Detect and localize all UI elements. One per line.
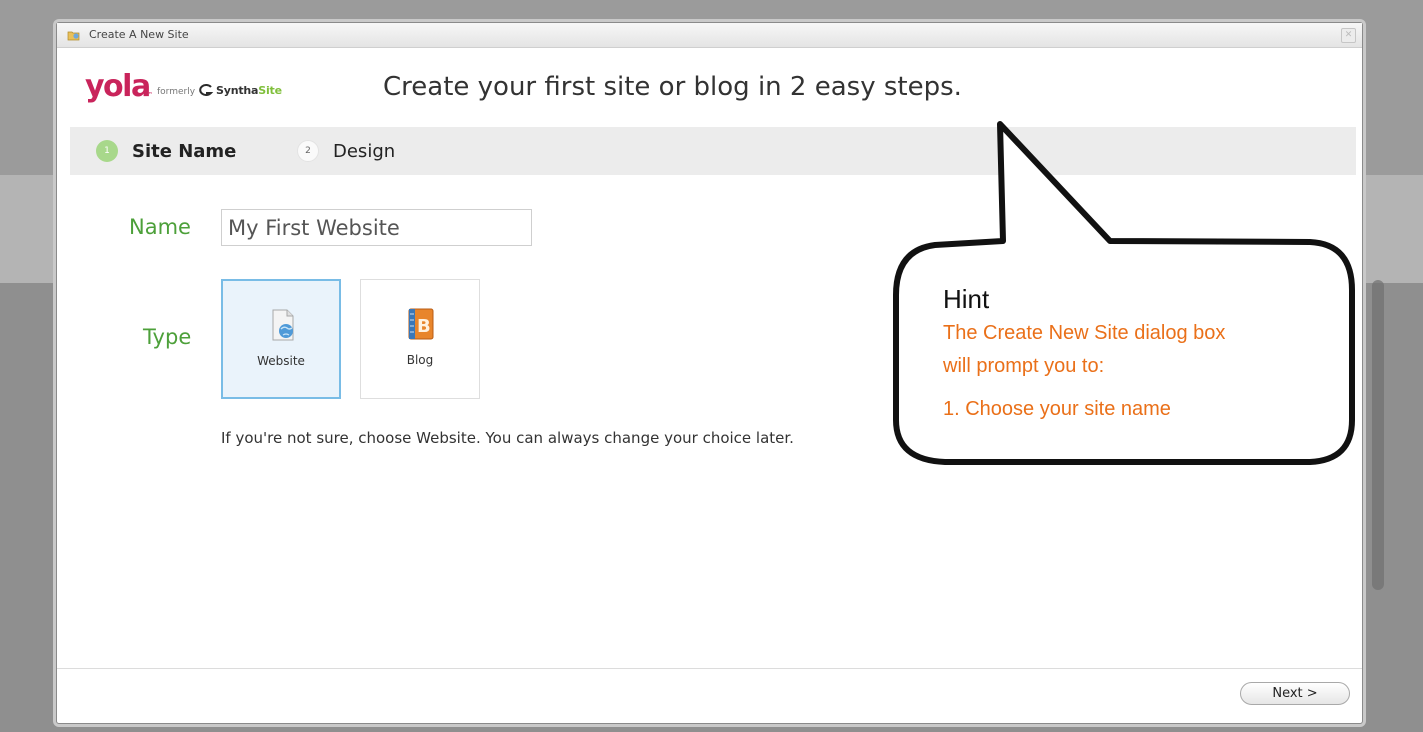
step-indicator-bar: 1 Site Name 2 Design	[70, 127, 1356, 175]
svg-text:B: B	[417, 316, 431, 337]
hint-title: Hint	[943, 284, 990, 314]
type-option-blog[interactable]: B Blog	[360, 279, 480, 399]
type-option-label: Blog	[406, 353, 434, 367]
step-label: Site Name	[132, 140, 237, 162]
dialog-title: Create A New Site	[89, 28, 189, 41]
logo-trademark: ™	[146, 91, 153, 99]
footer-divider	[57, 668, 1362, 669]
logo-syntha: Syntha	[216, 84, 259, 97]
website-page-globe-icon	[272, 309, 294, 341]
dialog-titlebar: Create A New Site ✕	[57, 23, 1362, 48]
logo-yola-text: yola	[85, 69, 151, 104]
dialog-header: yola ™ formerly SynthaSite Create your f…	[57, 48, 1362, 126]
type-option-website[interactable]: Website	[221, 279, 341, 399]
step-number-badge: 2	[297, 140, 319, 162]
close-icon[interactable]: ✕	[1341, 28, 1356, 43]
hint-line: will prompt you to:	[943, 355, 1105, 377]
page-headline: Create your first site or blog in 2 easy…	[383, 72, 962, 102]
logo-synthasite-text: SynthaSite	[216, 84, 282, 97]
blog-book-icon: B	[408, 308, 434, 340]
step-site-name: 1 Site Name	[96, 127, 236, 175]
next-button[interactable]: Next >	[1240, 682, 1350, 705]
type-option-label: Website	[257, 354, 305, 368]
background-scrollbar	[1372, 280, 1384, 590]
site-name-input[interactable]	[221, 209, 532, 246]
name-label: Name	[129, 215, 191, 239]
synthasite-logo-icon	[199, 84, 214, 96]
step-design: 2 Design	[297, 127, 395, 175]
create-site-dialog: Create A New Site ✕ yola ™ formerly Synt…	[56, 22, 1363, 724]
hint-line: The Create New Site dialog box	[943, 322, 1226, 344]
type-label: Type	[143, 325, 192, 349]
hint-line: 1. Choose your site name	[943, 398, 1171, 420]
step-label: Design	[333, 140, 396, 162]
logo-site: Site	[258, 84, 282, 97]
type-help-text: If you're not sure, choose Website. You …	[221, 429, 794, 447]
step-number-badge: 1	[96, 140, 118, 162]
logo-formerly-text: formerly	[157, 87, 196, 97]
window-app-icon	[67, 31, 80, 41]
